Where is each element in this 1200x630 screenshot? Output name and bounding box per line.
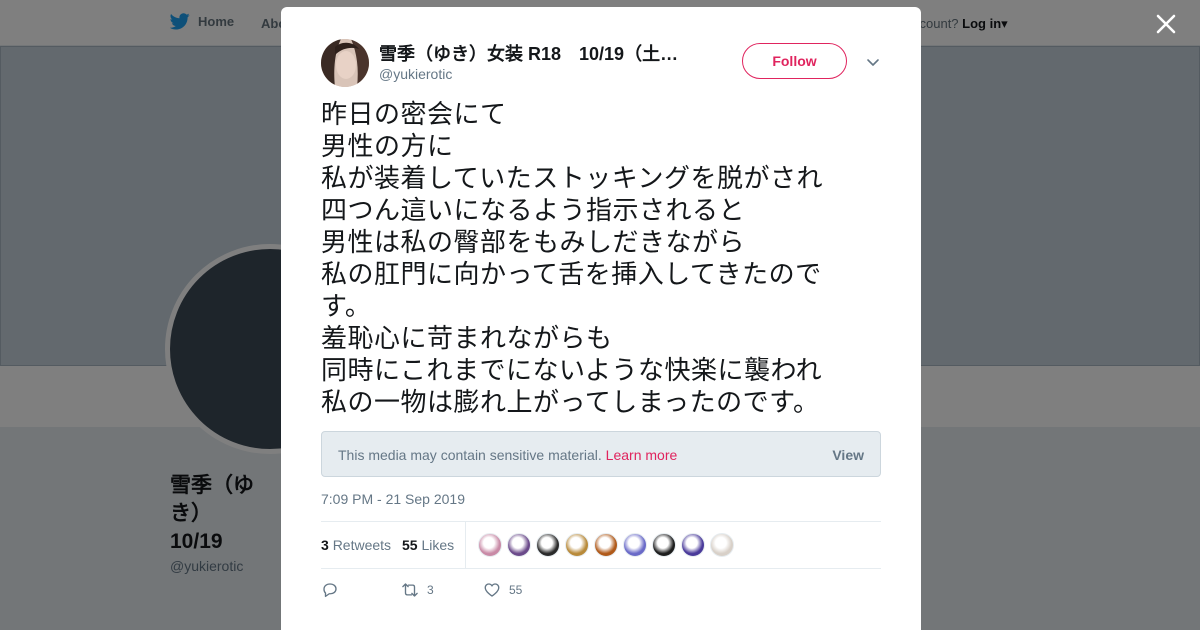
liker-avatar[interactable]	[507, 533, 531, 557]
tweet-timestamp[interactable]: 7:09 PM - 21 Sep 2019	[321, 491, 465, 507]
retweet-icon	[402, 583, 418, 597]
retweet-button[interactable]: 3	[401, 581, 434, 599]
sensitive-media-warning: This media may contain sensitive materia…	[321, 431, 881, 477]
tweet-text-line: 羞恥心に苛まれながらも	[321, 324, 613, 354]
liker-avatar[interactable]	[710, 533, 734, 557]
tweet-text: 昨日の密会にて 男性の方に 私が装着していたストッキングを脱がされ 四つん這いになるよ…	[321, 99, 881, 419]
close-icon[interactable]	[1154, 12, 1178, 36]
liker-avatar[interactable]	[652, 533, 676, 557]
likes-count: 55	[402, 537, 418, 553]
tweet-text-line: す。	[321, 292, 372, 322]
liker-avatar[interactable]	[478, 533, 502, 557]
tweet-modal: 雪季（ゆき）女装 R18 10/19（土… @yukierotic Follow…	[281, 7, 921, 630]
retweets-stat[interactable]: 3 Retweets	[321, 537, 391, 553]
tweet-text-line: 四つん這いになるよう指示されると	[321, 196, 746, 226]
likes-stat[interactable]: 55 Likes	[402, 537, 454, 553]
tweet-text-line: 私の肛門に向かって舌を挿入してきたので	[321, 260, 822, 290]
chevron-down-icon[interactable]	[865, 54, 881, 70]
retweets-label: Retweets	[332, 537, 392, 553]
likers-avatars	[478, 533, 734, 557]
tweet-text-line: 男性は私の臀部をもみしだきながら	[321, 228, 746, 258]
reply-icon	[323, 583, 337, 598]
liker-avatar[interactable]	[594, 533, 618, 557]
tweet-actions: 3 55	[321, 581, 881, 601]
author-avatar-image	[321, 39, 369, 87]
reply-button[interactable]	[321, 581, 339, 599]
liker-avatar[interactable]	[623, 533, 647, 557]
author-avatar[interactable]	[321, 39, 369, 87]
retweet-count: 3	[427, 583, 434, 597]
heart-icon	[484, 583, 500, 597]
author-handle[interactable]: @yukierotic	[379, 66, 452, 82]
liker-avatar[interactable]	[681, 533, 705, 557]
retweets-count: 3	[321, 537, 329, 553]
tweet-text-line: 私の一物は膨れ上がってしまったのです。	[321, 388, 820, 418]
liker-avatar[interactable]	[536, 533, 560, 557]
tweet-text-line: 同時にこれまでにないような快楽に襲われ	[321, 356, 823, 386]
tweet-text-line: 男性の方に	[321, 132, 454, 162]
learn-more-link[interactable]: Learn more	[606, 447, 678, 463]
sensitive-message-text: This media may contain sensitive materia…	[338, 447, 602, 463]
liker-avatar[interactable]	[565, 533, 589, 557]
follow-button[interactable]: Follow	[742, 43, 847, 79]
likes-label: Likes	[421, 537, 455, 553]
like-count: 55	[509, 583, 523, 597]
stats-divider	[465, 522, 466, 569]
tweet-stats: 3 Retweets 55 Likes	[321, 521, 881, 569]
view-media-button[interactable]: View	[832, 447, 864, 463]
sensitive-message: This media may contain sensitive materia…	[338, 447, 677, 463]
like-button[interactable]: 55	[483, 581, 522, 599]
author-name[interactable]: 雪季（ゆき）女装 R18 10/19（土…	[379, 40, 699, 66]
tweet-text-line: 私が装着していたストッキングを脱がされ	[321, 164, 823, 194]
tweet-text-line: 昨日の密会にて	[321, 100, 507, 130]
